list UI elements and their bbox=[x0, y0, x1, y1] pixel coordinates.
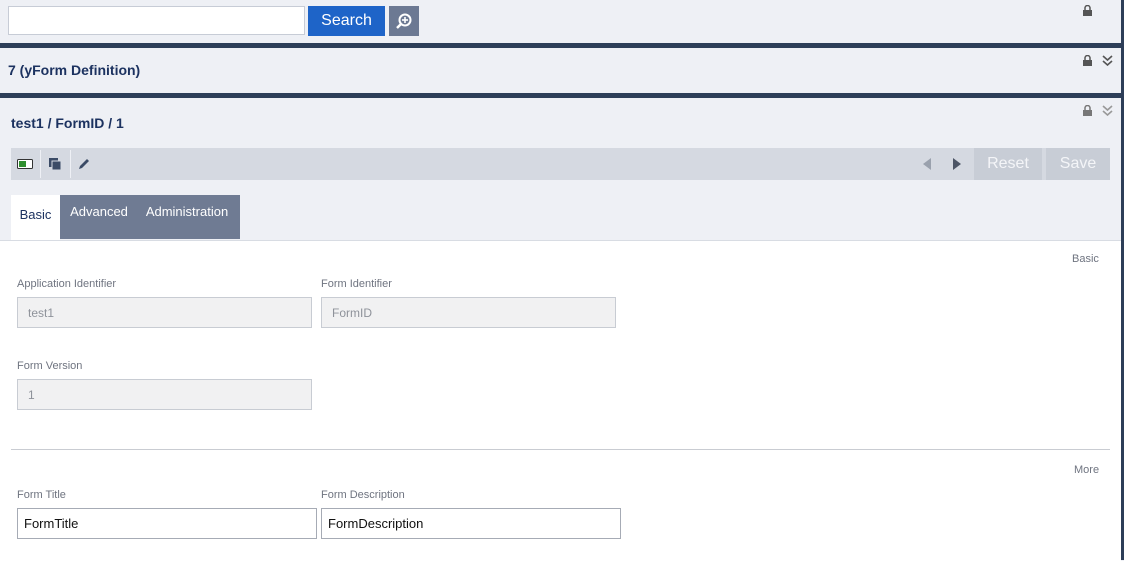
form-title-label: Form Title bbox=[17, 489, 66, 501]
form-identifier-label: Form Identifier bbox=[321, 278, 392, 290]
collapse-icon[interactable] bbox=[1102, 55, 1113, 66]
lock-icon[interactable] bbox=[1082, 5, 1093, 16]
lock-icon[interactable] bbox=[1082, 105, 1093, 116]
reset-button[interactable]: Reset bbox=[974, 148, 1042, 180]
edit-pencil-icon[interactable] bbox=[75, 155, 93, 173]
next-arrow-icon[interactable] bbox=[951, 156, 963, 172]
previous-arrow-icon[interactable] bbox=[921, 156, 933, 172]
search-button[interactable]: Search bbox=[308, 6, 385, 36]
toolbar-divider bbox=[40, 150, 41, 178]
application-identifier-field[interactable]: test1 bbox=[17, 297, 312, 328]
section-label-basic: Basic bbox=[1072, 253, 1099, 265]
advanced-search-button[interactable] bbox=[389, 6, 419, 36]
section-divider bbox=[11, 449, 1110, 450]
detail-tabs: Basic Advanced Administration bbox=[11, 195, 240, 241]
application-identifier-label: Application Identifier bbox=[17, 278, 117, 290]
search-bar: Search bbox=[0, 0, 1121, 43]
form-description-input[interactable]: FormDescription bbox=[321, 508, 621, 539]
advanced-search-icon bbox=[396, 13, 412, 29]
form-identifier-field[interactable]: FormID bbox=[321, 297, 616, 328]
clone-icon[interactable] bbox=[46, 155, 64, 173]
form-title-input[interactable]: FormTitle bbox=[17, 508, 317, 539]
toggle-icon[interactable] bbox=[16, 155, 34, 173]
form-description-label: Form Description bbox=[321, 489, 405, 501]
detail-title: test1 / FormID / 1 bbox=[11, 115, 124, 131]
save-button[interactable]: Save bbox=[1046, 148, 1110, 180]
tab-advanced[interactable]: Advanced bbox=[64, 195, 134, 239]
form-version-label: Form Version bbox=[17, 360, 83, 372]
collapse-icon[interactable] bbox=[1102, 105, 1113, 116]
tab-administration[interactable]: Administration bbox=[138, 195, 236, 239]
list-panel-title: 7 (yForm Definition) bbox=[8, 62, 141, 78]
tab-basic[interactable]: Basic bbox=[11, 195, 60, 241]
list-panel-header bbox=[0, 48, 1121, 93]
section-label-more: More bbox=[1074, 464, 1100, 476]
form-version-field[interactable]: 1 bbox=[17, 379, 312, 410]
separator-bar bbox=[0, 93, 1121, 98]
detail-toolbar: Reset Save bbox=[11, 148, 1110, 180]
toolbar-divider bbox=[70, 150, 71, 178]
search-input[interactable] bbox=[8, 6, 305, 35]
lock-icon[interactable] bbox=[1082, 55, 1093, 66]
